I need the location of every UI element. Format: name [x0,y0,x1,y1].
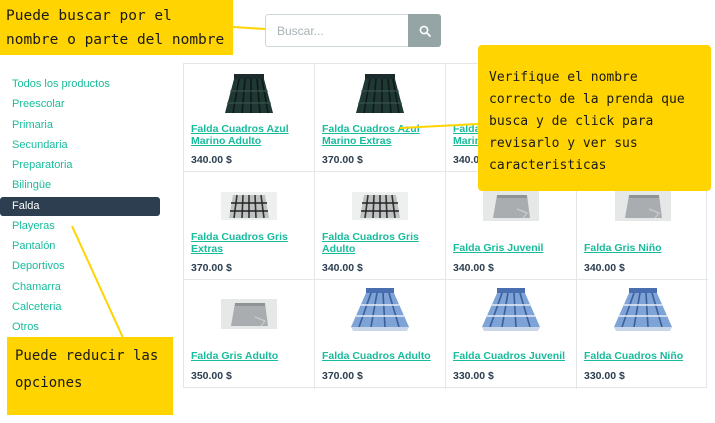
sidebar-item-7[interactable]: Playeras [0,216,160,236]
product-name-link[interactable]: Falda Cuadros Niño [584,350,704,362]
product-thumbnail[interactable] [184,72,314,116]
sidebar-item-8[interactable]: Pantalón [0,236,160,256]
product-card: Falda Cuadros Juvenil 330.00 $ [446,280,577,389]
product-name-link[interactable]: Falda Cuadros Juvenil [453,350,572,362]
product-price: 350.00 $ [191,370,232,382]
sidebar-item-1[interactable]: Preescolar [0,94,160,114]
product-price: 340.00 $ [453,262,494,274]
navy-plaid-skirt-image[interactable] [352,73,408,115]
sidebar-item-11[interactable]: Calceteria [0,297,160,317]
product-thumbnail[interactable] [184,191,314,221]
product-name-link[interactable]: Falda Cuadros Azul Marino Adulto [191,123,310,147]
product-card: Falda Cuadros Adulto 370.00 $ [315,280,446,389]
gray-skirt-image[interactable] [221,299,277,329]
product-name-link[interactable]: Falda Gris Niño [584,242,704,254]
product-name-link[interactable]: Falda Cuadros Azul Marino Extras [322,123,441,147]
sidebar-item-9[interactable]: Deportivos [0,256,160,276]
product-thumbnail[interactable] [446,191,576,221]
search-icon [419,25,431,37]
product-price: 340.00 $ [191,154,232,166]
gray-plaid-skirt-image[interactable] [352,192,408,220]
blue-plaid-skirt-image[interactable] [349,287,411,333]
product-price: 340.00 $ [322,262,363,274]
product-tip-callout: Verifique el nombre correcto de la prend… [478,45,711,191]
product-card: Falda Cuadros Gris Extras 370.00 $ [184,172,315,280]
gray-skirt-image[interactable] [483,191,539,221]
product-price: 330.00 $ [453,370,494,382]
product-thumbnail[interactable] [184,299,314,329]
blue-plaid-skirt-image[interactable] [480,287,542,333]
product-card: Falda Cuadros Gris Adulto 340.00 $ [315,172,446,280]
product-card: Falda Gris Adulto 350.00 $ [184,280,315,389]
product-thumbnail[interactable] [446,288,576,332]
product-price: 340.00 $ [584,262,625,274]
product-price: 330.00 $ [584,370,625,382]
sidebar-item-6[interactable]: Falda [0,196,160,216]
sidebar-item-0[interactable]: Todos los productos [0,74,160,94]
product-thumbnail[interactable] [315,191,445,221]
search-tip-callout: Puede buscar por el nombre o parte del n… [0,0,233,55]
product-name-link[interactable]: Falda Cuadros Gris Extras [191,231,310,255]
product-thumbnail[interactable] [577,191,708,221]
blue-plaid-skirt-image[interactable] [612,287,674,333]
product-card: Falda Cuadros Azul Marino Adulto 340.00 $ [184,64,315,172]
sidebar-item-2[interactable]: Primaria [0,115,160,135]
product-thumbnail[interactable] [315,288,445,332]
product-price: 370.00 $ [191,262,232,274]
gray-skirt-image[interactable] [614,191,671,221]
sidebar-item-12[interactable]: Otros [0,317,160,337]
search-bar [265,14,441,47]
product-thumbnail[interactable] [315,72,445,116]
search-button[interactable] [408,14,441,47]
product-card: Falda Cuadros Niño 330.00 $ [577,280,708,389]
product-name-link[interactable]: Falda Cuadros Adulto [322,350,441,362]
gray-plaid-skirt-image[interactable] [221,192,277,220]
navy-plaid-skirt-image[interactable] [221,73,277,115]
sidebar-item-10[interactable]: Chamarra [0,277,160,297]
product-name-link[interactable]: Falda Gris Adulto [191,350,310,362]
filter-tip-callout: Puede reducir las opciones [7,337,173,415]
sidebar-item-4[interactable]: Preparatoria [0,155,160,175]
product-price: 370.00 $ [322,370,363,382]
product-thumbnail[interactable] [577,288,708,332]
product-price: 370.00 $ [322,154,363,166]
product-card: Falda Cuadros Azul Marino Extras 370.00 $ [315,64,446,172]
product-name-link[interactable]: Falda Cuadros Gris Adulto [322,231,441,255]
sidebar-item-3[interactable]: Secundaria [0,135,160,155]
category-sidebar: Todos los productos Preescolar Primaria Sec… [0,74,165,338]
sidebar-item-5[interactable]: Bilingüe [0,175,160,195]
product-name-link[interactable]: Falda Gris Juvenil [453,242,572,254]
search-input[interactable] [265,14,408,47]
